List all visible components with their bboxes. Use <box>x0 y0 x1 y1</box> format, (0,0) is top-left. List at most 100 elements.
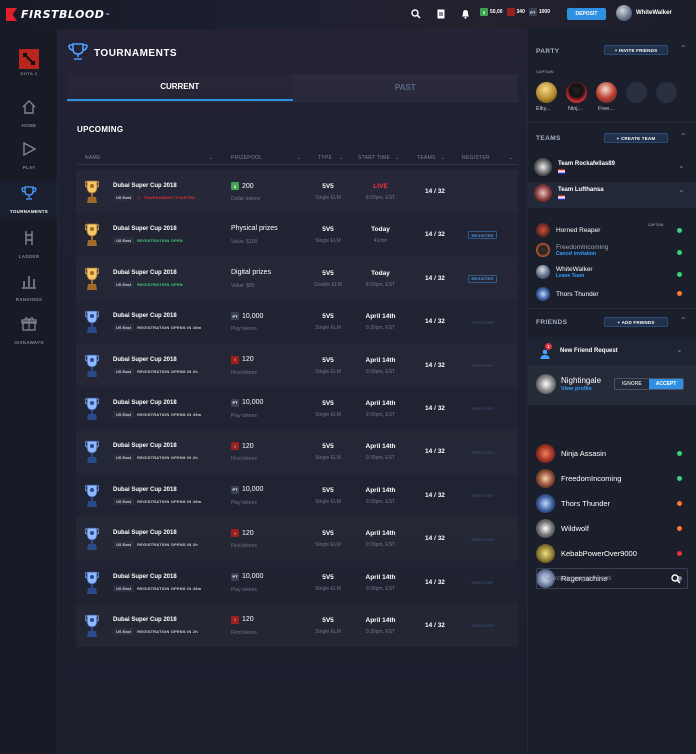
notification-badge: 1 <box>545 343 552 350</box>
sidebar-item-ladder[interactable]: LADDER <box>0 230 58 262</box>
chevron-up-icon[interactable]: ⌃ <box>680 316 687 325</box>
table-row[interactable]: Dubai Super Cup 2018 US East REGISTRATIO… <box>76 474 518 518</box>
register-button[interactable]: REGISTER <box>468 579 497 587</box>
friend-item[interactable]: FreedomIncoming <box>536 469 621 488</box>
register-button[interactable]: REGISTER <box>468 318 497 326</box>
column-prizepool[interactable]: PRIZEPOOL ⌄ <box>231 155 306 161</box>
team-row[interactable]: Team Lufthansa <box>534 184 604 202</box>
chevron-down-icon: ⌄ <box>509 155 514 161</box>
register-button[interactable]: REGISTER <box>468 274 497 283</box>
social-panel: PARTY + INVITE FRIENDS ⌃ CAPTAIN Elky...… <box>527 29 696 754</box>
cancel-invitation-link[interactable]: Cancel invitation <box>556 251 608 257</box>
friend-name: FreedomIncoming <box>561 474 622 483</box>
elimination-type: Single ELM <box>315 368 341 375</box>
accept-button[interactable]: ACCEPT <box>648 379 684 389</box>
chevron-up-icon[interactable]: ⌃ <box>680 132 687 141</box>
create-team-button[interactable]: + CREATE TEAM <box>604 133 668 143</box>
team-member[interactable]: WhiteWalker Leave Team <box>536 265 593 279</box>
table-row[interactable]: Dubai Super Cup 2018 US East REGISTRATIO… <box>76 517 518 561</box>
deposit-button[interactable]: DEPOSIT <box>567 8 606 20</box>
team-member[interactable]: Horned Reaper <box>536 223 600 237</box>
column-register[interactable]: REGISTER ⌄ <box>462 155 518 161</box>
page-title-text: TOURNAMENTS <box>94 48 178 59</box>
tournament-name[interactable]: Dubai Super Cup 2018 <box>113 183 177 189</box>
register-button[interactable]: REGISTER <box>468 622 497 630</box>
search-icon[interactable] <box>671 574 681 586</box>
table-row[interactable]: Dubai Super Cup 2018 US East REGISTRATIO… <box>76 561 518 604</box>
table-row[interactable]: Dubai Super Cup 2018 US East ◷ TOURNAMEN… <box>76 170 518 214</box>
sidebar-item-home[interactable]: HOME <box>0 99 58 131</box>
register-button[interactable]: REGISTER <box>468 448 497 456</box>
friend-item[interactable]: Thors Thunder <box>536 494 610 513</box>
wallet[interactable]: $ 50,00 340 PT 1000 <box>480 8 550 16</box>
sidebar-item-rankings[interactable]: RANKINGS <box>0 273 58 305</box>
sidebar-item-giveaways[interactable]: GIVEAWAYS <box>0 316 58 348</box>
avatar <box>616 5 632 21</box>
friend-item[interactable]: KebabPowerOver9000 <box>536 544 637 563</box>
empty-party-slot[interactable] <box>656 82 677 103</box>
view-profile-link[interactable]: View profile <box>561 386 592 392</box>
prize-value: 120 <box>242 616 254 624</box>
chevron-down-icon[interactable]: ⌄ <box>676 345 683 354</box>
friend-item[interactable]: Wildwolf <box>536 519 589 538</box>
party-member-avatar[interactable] <box>566 82 587 103</box>
tournament-name[interactable]: Dubai Super Cup 2018 <box>113 443 177 449</box>
team-member[interactable]: FreedomIncoming Cancel invitation <box>536 243 608 257</box>
empty-party-slot[interactable] <box>626 82 647 103</box>
register-button[interactable]: REGISTER <box>468 231 497 240</box>
token-icon: PT <box>231 398 239 407</box>
table-row[interactable]: Dubai Super Cup 2018 US East REGISTRATIO… <box>76 344 518 387</box>
ignore-button[interactable]: IGNORE <box>615 379 649 389</box>
register-button[interactable]: REGISTER <box>468 362 497 370</box>
logo[interactable]: FIRSTBLOOD ™ <box>6 8 109 21</box>
dota2-logo-icon[interactable] <box>19 49 39 69</box>
tournament-name[interactable]: Dubai Super Cup 2018 <box>113 226 177 232</box>
document-icon[interactable] <box>435 8 446 20</box>
column-teams[interactable]: TEAMS ⌄ <box>417 155 452 161</box>
column-start-time[interactable]: START TIME ⌄ <box>358 155 410 161</box>
table-row[interactable]: Dubai Super Cup 2018 US East REGISTRATIO… <box>76 257 518 301</box>
avatar <box>536 494 555 513</box>
table-row[interactable]: Dubai Super Cup 2018 US East REGISTRATIO… <box>76 430 518 474</box>
chevron-up-icon[interactable]: ⌃ <box>678 189 685 198</box>
tournament-name[interactable]: Dubai Super Cup 2018 <box>113 313 177 319</box>
friend-search-input[interactable]: Search amongst friends <box>536 568 688 589</box>
tournament-name[interactable]: Dubai Super Cup 2018 <box>113 530 177 536</box>
column-type[interactable]: TYPE ⌄ <box>318 155 348 161</box>
captain-badge: CAPTAIN <box>536 69 554 74</box>
tournament-name[interactable]: Dubai Super Cup 2018 <box>113 400 177 406</box>
tournament-name[interactable]: Dubai Super Cup 2018 <box>113 617 177 623</box>
tournament-name[interactable]: Dubai Super Cup 2018 <box>113 270 177 276</box>
invite-friends-button[interactable]: + INVITE FRIENDS <box>604 45 668 55</box>
register-button[interactable]: REGISTER <box>468 492 497 500</box>
register-button[interactable]: REGISTER <box>468 405 497 413</box>
table-row[interactable]: Dubai Super Cup 2018 US East REGISTRATIO… <box>76 387 518 431</box>
party-member-avatar[interactable] <box>596 82 617 103</box>
search-icon[interactable] <box>410 8 421 20</box>
friend-item[interactable]: Ninja Assasin <box>536 444 606 463</box>
team-row[interactable]: Team Rockafellas89 <box>534 155 694 179</box>
teams-count: 14 / 32 <box>425 621 445 629</box>
tab-past[interactable]: PAST <box>292 74 518 101</box>
tournament-name[interactable]: Dubai Super Cup 2018 <box>113 574 177 580</box>
sidebar-item-play[interactable]: PLAY <box>0 141 58 173</box>
party-member-avatar[interactable] <box>536 82 557 103</box>
tournament-name[interactable]: Dubai Super Cup 2018 <box>113 487 177 493</box>
table-row[interactable]: Dubai Super Cup 2018 US East REGISTRATIO… <box>76 604 518 648</box>
team-member[interactable]: Thors Thunder <box>536 287 599 301</box>
chevron-up-icon[interactable]: ⌃ <box>680 44 687 53</box>
sidebar-item-tournaments[interactable]: TOURNAMENTS <box>0 181 58 217</box>
bell-icon[interactable] <box>460 8 471 20</box>
friend-request-header[interactable]: 1 New Friend Request ⌄ <box>528 337 696 365</box>
chevron-down-icon[interactable]: ⌄ <box>678 161 685 170</box>
table-row[interactable]: Dubai Super Cup 2018 US East REGISTRATIO… <box>76 213 518 257</box>
table-row[interactable]: Dubai Super Cup 2018 US East REGISTRATIO… <box>76 300 518 344</box>
user-menu[interactable]: WhiteWalker <box>616 5 672 21</box>
tab-current[interactable]: CURRENT <box>67 74 293 101</box>
register-button[interactable]: REGISTER <box>468 535 497 543</box>
avatar[interactable] <box>536 374 556 394</box>
leave-team-link[interactable]: Leave Team <box>556 273 593 279</box>
column-name[interactable]: NAME ⌄ <box>85 155 215 161</box>
add-friends-button[interactable]: + ADD FRIENDS <box>604 317 668 327</box>
tournament-name[interactable]: Dubai Super Cup 2018 <box>113 357 177 363</box>
